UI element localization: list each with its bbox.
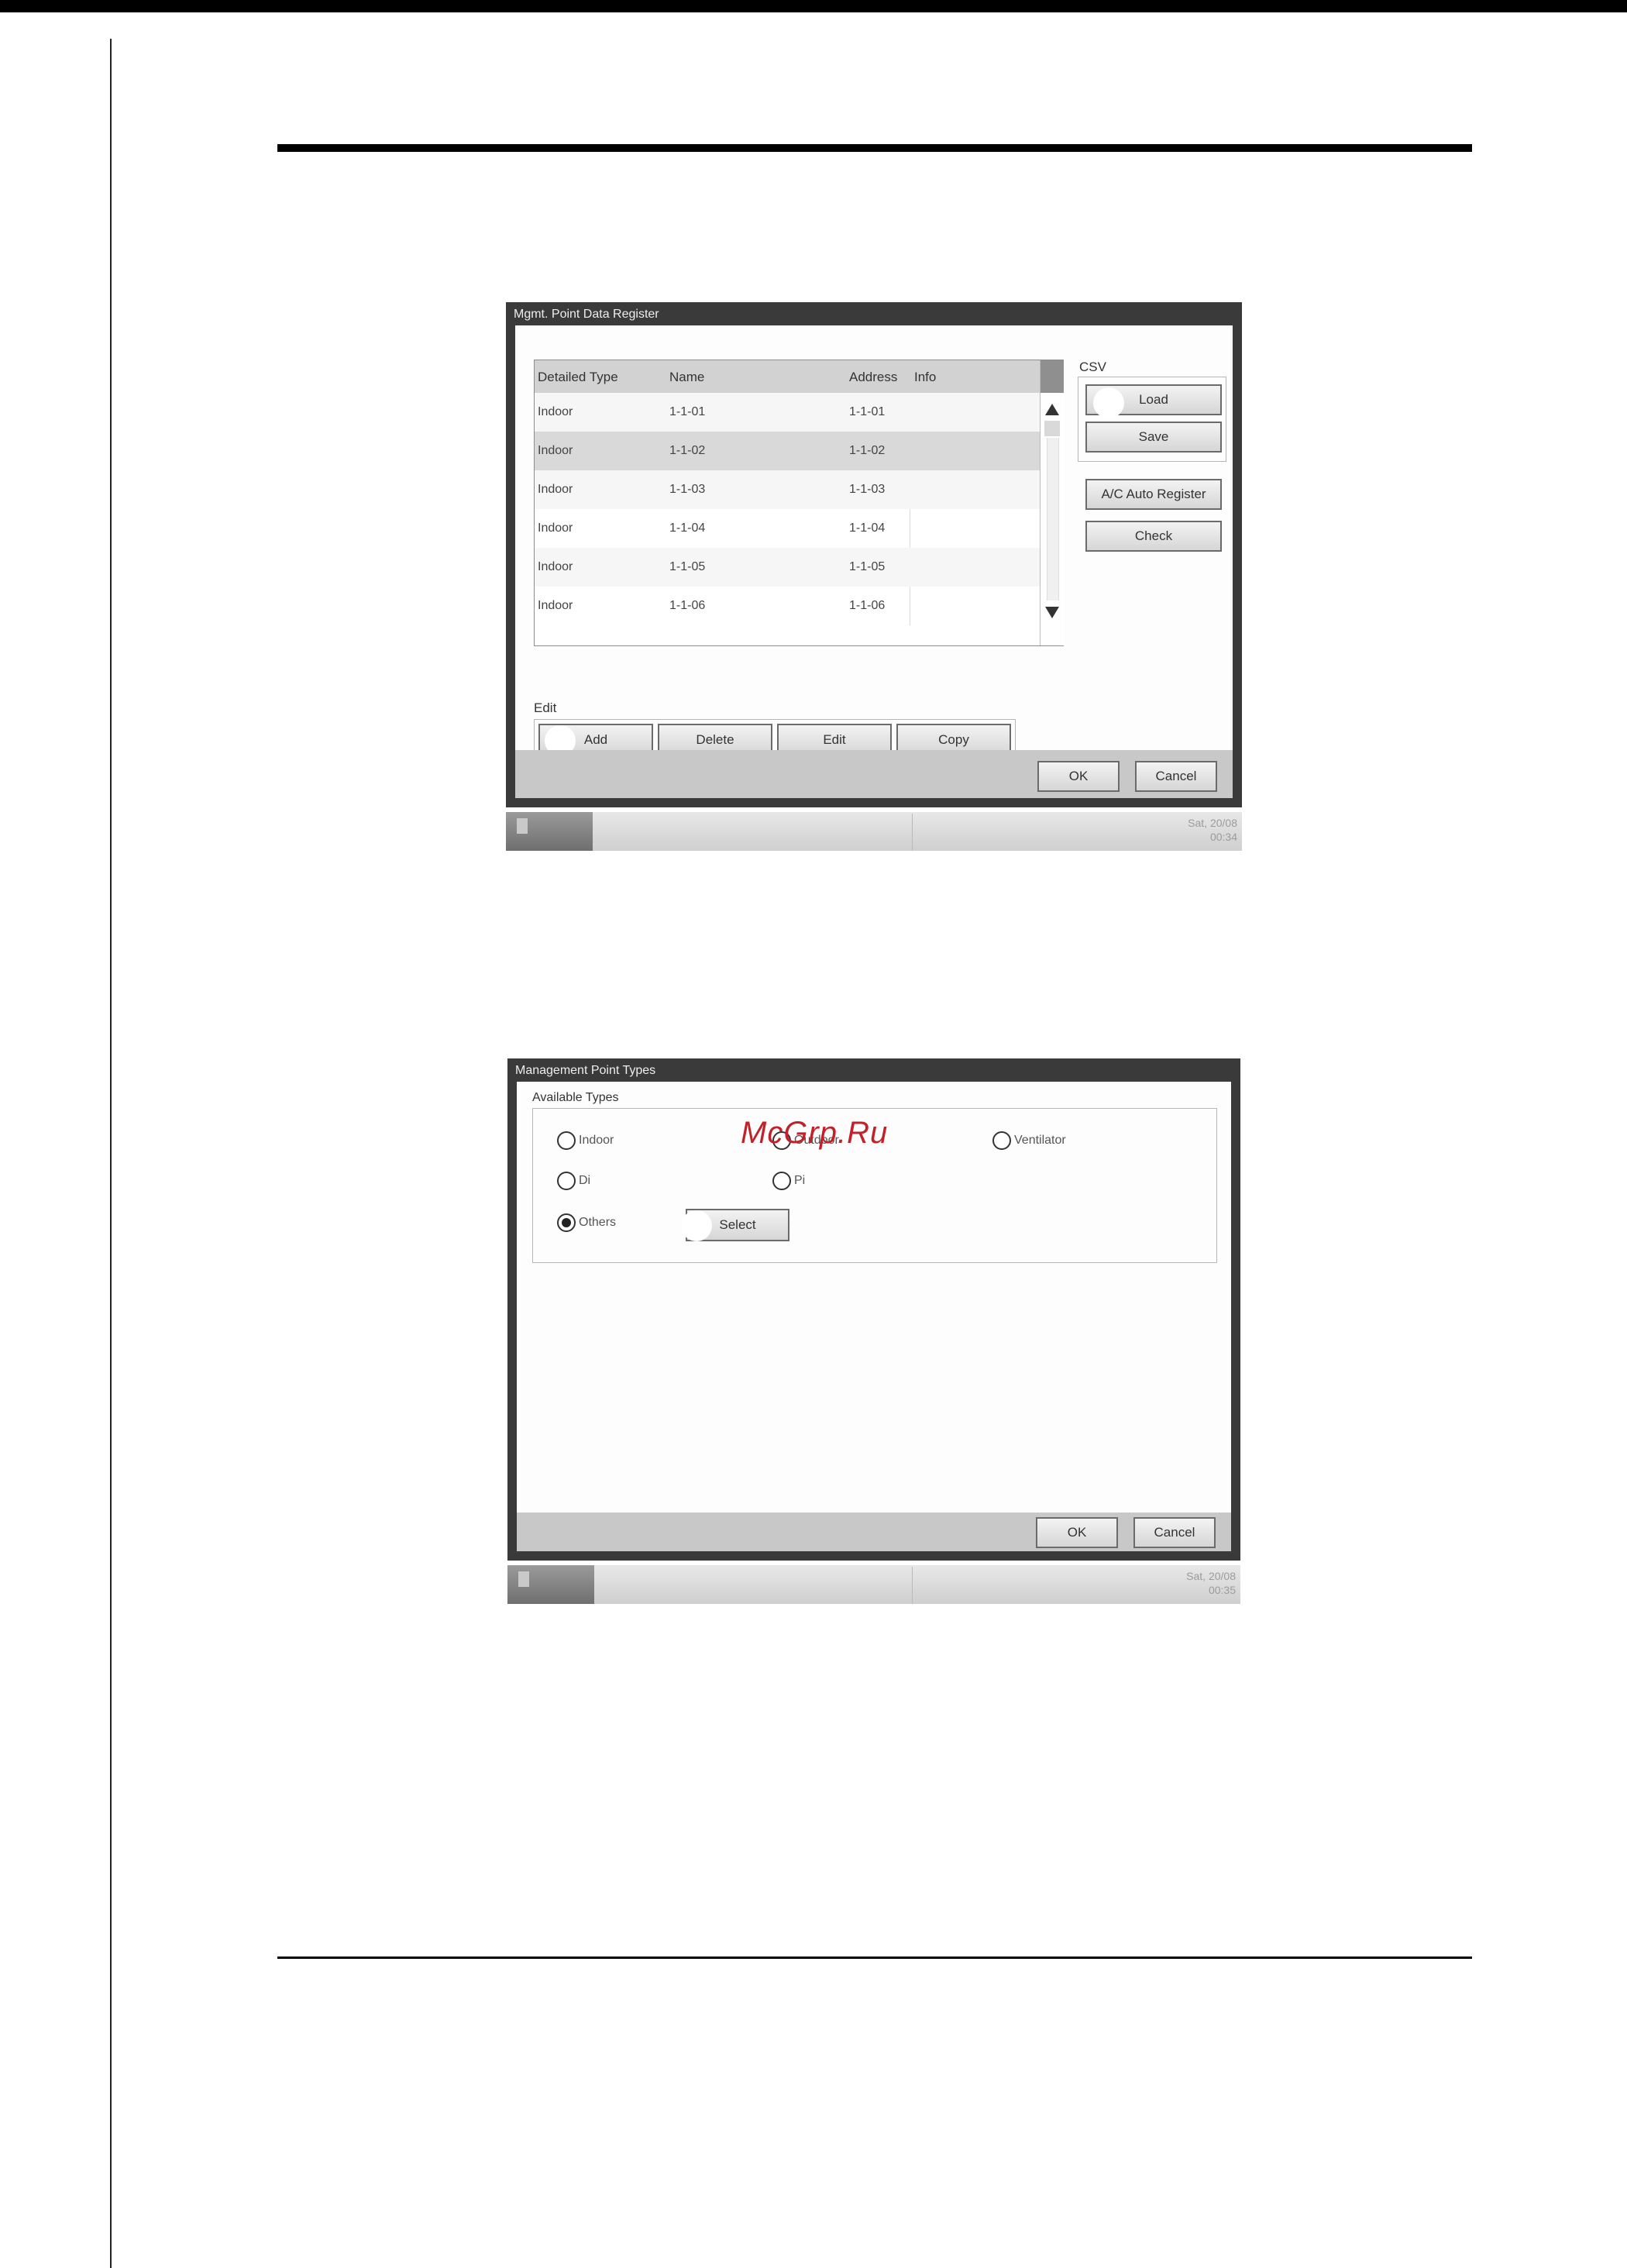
cell-name: 1-1-02 [669, 444, 706, 457]
taskbar-divider [912, 1567, 913, 1604]
cell-address: 1-1-03 [849, 483, 886, 496]
ok-button[interactable]: OK [1037, 761, 1120, 792]
cell-type: Indoor [538, 444, 573, 457]
radio-label: Pi [794, 1174, 806, 1187]
radio-label: Others [579, 1216, 617, 1229]
scroll-track[interactable] [1047, 438, 1059, 601]
cancel-button[interactable]: Cancel [1133, 1517, 1216, 1548]
cell-type: Indoor [538, 599, 573, 612]
column-header-detailed-type[interactable]: Detailed Type [538, 370, 618, 385]
taskbar [507, 1565, 1240, 1604]
page-top-bar [0, 0, 1627, 12]
down-arrow-icon[interactable] [507, 1565, 594, 1604]
save-button[interactable]: Save [1085, 422, 1222, 453]
ok-button[interactable]: OK [1036, 1517, 1118, 1548]
vertical-scrollbar[interactable] [1040, 360, 1064, 645]
check-button[interactable]: Check [1085, 521, 1222, 552]
radio-label: Di [579, 1174, 591, 1187]
scroll-thumb[interactable] [1044, 421, 1060, 436]
add-button-label: Add [583, 732, 608, 747]
available-types-label: Available Types [532, 1091, 619, 1104]
radio-label: Ventilator [1014, 1134, 1066, 1147]
cell-address: 1-1-01 [849, 405, 886, 418]
radio-others[interactable]: Others [557, 1213, 616, 1232]
radio-circle-icon [992, 1131, 1011, 1150]
left-margin-rule [110, 39, 112, 2268]
cell-name: 1-1-06 [669, 599, 706, 612]
table-row[interactable]: Indoor 1-1-03 1-1-03 [535, 470, 1040, 509]
status-time: 00:34 [1209, 831, 1237, 843]
check-button-label: Check [1134, 528, 1173, 543]
cell-name: 1-1-05 [669, 560, 706, 573]
cancel-button-label: Cancel [1154, 1525, 1195, 1540]
scroll-up-arrow-icon[interactable] [1045, 404, 1059, 415]
column-header-info[interactable]: Info [914, 370, 936, 385]
radio-ventilator[interactable]: Ventilator [992, 1131, 1066, 1150]
taskbar-divider [912, 814, 913, 851]
edit-button-label: Edit [823, 732, 846, 747]
radio-selected-icon [557, 1213, 576, 1232]
cell-address: 1-1-05 [849, 560, 886, 573]
cancel-button[interactable]: Cancel [1135, 761, 1217, 792]
cell-name: 1-1-04 [669, 521, 706, 535]
radio-circle-icon [557, 1172, 576, 1190]
ac-auto-register-label: A/C Auto Register [1101, 487, 1206, 501]
table-row[interactable]: Indoor 1-1-04 1-1-04 [535, 509, 1040, 548]
touch-highlight [1093, 387, 1124, 418]
status-date: Sat, 20/08 [1186, 1570, 1236, 1582]
dialog-bottom-bar [515, 750, 1233, 798]
cell-type: Indoor [538, 405, 573, 418]
select-button[interactable]: Select [681, 1209, 789, 1241]
delete-button-label: Delete [696, 732, 734, 747]
status-time: 00:35 [1208, 1584, 1236, 1596]
table-header: Detailed Type Name Address Info [535, 360, 1040, 393]
cancel-button-label: Cancel [1155, 769, 1197, 783]
ok-button-label: OK [1068, 769, 1089, 783]
load-button-label: Load [1139, 392, 1168, 407]
table-row[interactable]: Indoor 1-1-06 1-1-06 [535, 587, 1040, 625]
window-title: Management Point Types [515, 1064, 656, 1077]
screenshot-mgmt-point-data-register: Mgmt. Point Data Register Detailed Type … [506, 302, 1242, 852]
cell-name: 1-1-01 [669, 405, 706, 418]
taskbar [506, 812, 1242, 851]
cell-address: 1-1-02 [849, 444, 886, 457]
scroll-down-arrow-icon[interactable] [1045, 607, 1059, 618]
dialog-bottom-bar [517, 1513, 1231, 1551]
csv-label: CSV [1079, 360, 1106, 374]
watermark: McGrp.Ru [741, 1116, 889, 1150]
cell-type: Indoor [538, 521, 573, 535]
radio-di[interactable]: Di [557, 1172, 590, 1190]
table-row[interactable]: Indoor 1-1-01 1-1-01 [535, 393, 1040, 432]
window-title: Mgmt. Point Data Register [514, 308, 659, 321]
footer-rule [277, 1957, 1472, 1959]
down-arrow-icon[interactable] [506, 812, 593, 851]
cell-type: Indoor [538, 483, 573, 496]
scrollbar-header [1041, 360, 1064, 393]
radio-pi[interactable]: Pi [772, 1172, 805, 1190]
select-button-label: Select [719, 1217, 756, 1232]
content-panel: Detailed Type Name Address Info Indoor 1… [515, 325, 1233, 767]
edit-label: Edit [534, 700, 557, 715]
radio-indoor[interactable]: Indoor [557, 1131, 614, 1150]
cell-type: Indoor [538, 560, 573, 573]
load-button[interactable]: Load [1085, 384, 1222, 418]
header-rule [277, 144, 1472, 152]
save-button-label: Save [1138, 429, 1169, 444]
column-header-address[interactable]: Address [849, 370, 897, 385]
copy-button-label: Copy [938, 732, 969, 747]
radio-circle-icon [772, 1172, 791, 1190]
radio-circle-icon [557, 1131, 576, 1150]
ok-button-label: OK [1067, 1525, 1087, 1540]
table-row[interactable]: Indoor 1-1-02 1-1-02 [535, 432, 1040, 470]
status-date: Sat, 20/08 [1188, 817, 1237, 829]
cell-address: 1-1-06 [849, 599, 886, 612]
cell-address: 1-1-04 [849, 521, 886, 535]
touch-highlight [681, 1210, 712, 1241]
cell-name: 1-1-03 [669, 483, 706, 496]
data-table: Detailed Type Name Address Info Indoor 1… [534, 360, 1064, 646]
radio-label: Indoor [579, 1134, 614, 1147]
ac-auto-register-button[interactable]: A/C Auto Register [1085, 479, 1222, 510]
column-header-name[interactable]: Name [669, 370, 704, 385]
table-row[interactable]: Indoor 1-1-05 1-1-05 [535, 548, 1040, 587]
